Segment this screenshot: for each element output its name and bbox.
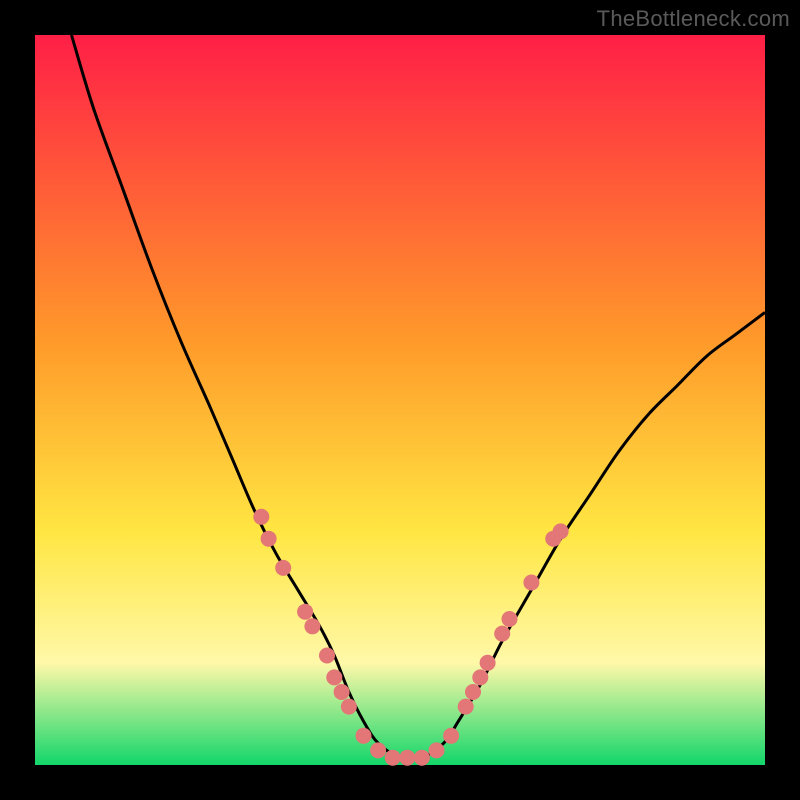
marker-dot — [443, 728, 459, 744]
marker-dot — [494, 626, 510, 642]
marker-dot — [414, 750, 430, 766]
marker-dot — [326, 669, 342, 685]
marker-dot — [523, 575, 539, 591]
marker-dot — [261, 531, 277, 547]
marker-dot — [458, 699, 474, 715]
marker-dot — [399, 750, 415, 766]
marker-dot — [385, 750, 401, 766]
marker-dot — [341, 699, 357, 715]
marker-dot — [429, 742, 445, 758]
marker-dot — [480, 655, 496, 671]
marker-dot — [334, 684, 350, 700]
marker-dot — [502, 611, 518, 627]
watermark-text: TheBottleneck.com — [597, 6, 790, 32]
marker-dot — [356, 728, 372, 744]
marker-dot — [253, 509, 269, 525]
marker-dot — [370, 742, 386, 758]
marker-dot — [465, 684, 481, 700]
marker-dot — [275, 560, 291, 576]
marker-dot — [297, 604, 313, 620]
marker-dot — [319, 648, 335, 664]
marker-dot — [472, 669, 488, 685]
marker-dot — [553, 523, 569, 539]
plot-area — [35, 35, 765, 765]
chart-frame: TheBottleneck.com — [0, 0, 800, 800]
marker-dot — [304, 618, 320, 634]
bottleneck-chart — [0, 0, 800, 800]
